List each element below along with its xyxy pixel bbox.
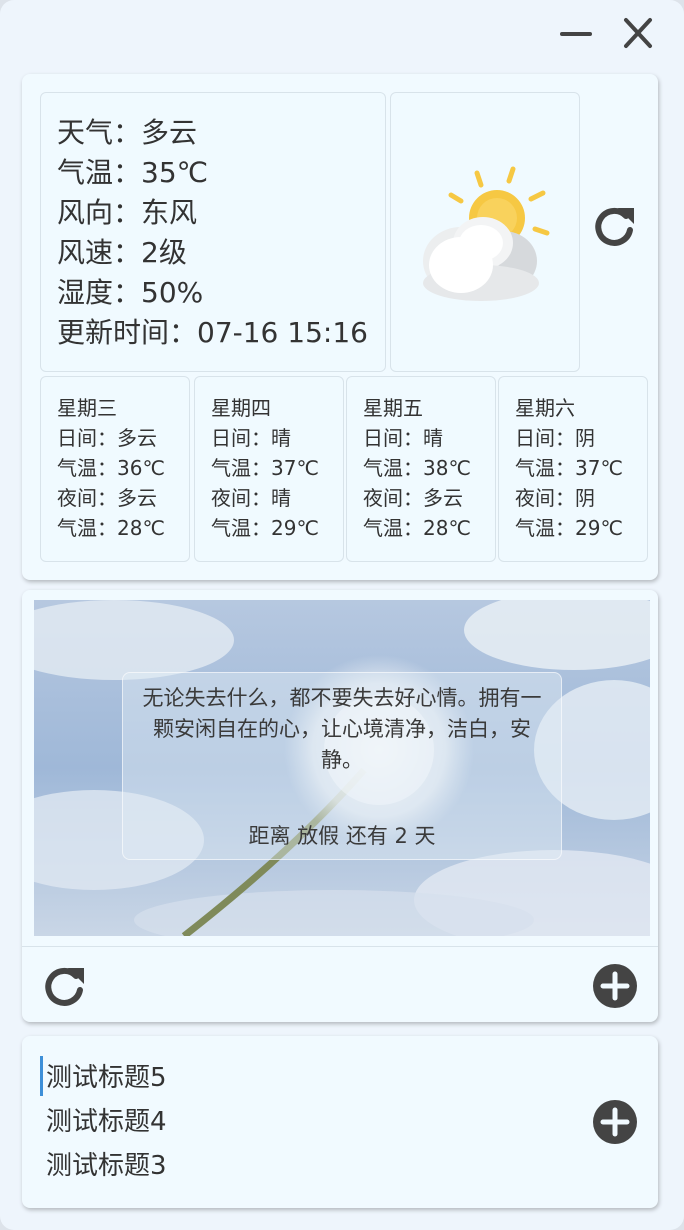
current-weather-panel: 天气：多云 气温：35℃ 风向：东风 风速：2级 湿度：50% 更新时间：07-… [40,92,386,372]
forecast-day-weather: 日间：阴 [515,426,595,450]
add-countdown-button[interactable] [592,963,638,1009]
forecast-day-3: 星期六 日间：阴 气温：37℃ 夜间：阴 气温：29℃ [498,376,648,562]
quote-card: 无论失去什么，都不要失去好心情。拥有一颗安闲自在的心，让心境清净，洁白，安静。 … [22,590,658,1022]
forecast-night-weather: 夜间：多云 [57,486,157,510]
forecast-day-name: 星期四 [211,396,271,420]
todo-item[interactable]: 测试标题3 [46,1144,167,1188]
refresh-icon [595,207,634,246]
minimize-button[interactable] [556,16,596,52]
refresh-weather-button[interactable] [592,202,636,250]
update-time: 更新时间：07-16 15:16 [57,316,368,349]
weather-icon-panel [390,92,580,372]
widget-window: 天气：多云 气温：35℃ 风向：东风 风速：2级 湿度：50% 更新时间：07-… [0,0,684,1230]
forecast-day-name: 星期六 [515,396,575,420]
plus-circle-icon [593,964,637,1008]
forecast-day-2: 星期五 日间：晴 气温：38℃ 夜间：多云 气温：28℃ [346,376,496,562]
forecast-night-temp: 气温：29℃ [211,516,319,540]
current-humidity: 湿度：50% [57,276,204,309]
forecast-night-temp: 气温：28℃ [57,516,165,540]
forecast-night-weather: 夜间：多云 [363,486,463,510]
forecast-day-name: 星期五 [363,396,423,420]
refresh-quote-button[interactable] [42,962,86,1010]
forecast-day-temp: 气温：36℃ [57,456,165,480]
holiday-countdown: 距离 放假 还有 2 天 [248,824,436,848]
text-cursor [40,1056,43,1096]
minus-icon [560,32,592,36]
add-todo-button[interactable] [592,1099,638,1145]
forecast-day-weather: 日间：多云 [57,426,157,450]
partly-cloudy-icon [423,166,550,301]
todo-card: 测试标题5 测试标题4 测试标题3 [22,1036,658,1208]
forecast-day-weather: 日间：晴 [363,426,443,450]
current-wind-speed: 风速：2级 [57,236,187,269]
todo-item[interactable]: 测试标题5 [46,1056,167,1100]
forecast-night-weather: 夜间：阴 [515,486,595,510]
todo-item[interactable]: 测试标题4 [46,1100,167,1144]
quote-text: 无论失去什么，都不要失去好心情。拥有一颗安闲自在的心，让心境清净，洁白，安静。 [142,686,542,772]
divider [22,946,658,947]
forecast-day-weather: 日间：晴 [211,426,291,450]
current-temperature: 气温：35℃ [57,156,209,189]
current-wind-direction: 风向：东风 [57,196,198,229]
quote-box: 无论失去什么，都不要失去好心情。拥有一颗安闲自在的心，让心境清净，洁白，安静。 … [122,672,562,860]
close-icon [624,18,652,48]
refresh-icon [45,967,84,1006]
weather-card: 天气：多云 气温：35℃ 风向：东风 风速：2级 湿度：50% 更新时间：07-… [22,74,658,580]
forecast-day-0: 星期三 日间：多云 气温：36℃ 夜间：多云 气温：28℃ [40,376,190,562]
forecast-night-temp: 气温：29℃ [515,516,623,540]
plus-circle-icon [593,1100,637,1144]
close-button[interactable] [618,16,658,52]
forecast-day-name: 星期三 [57,396,117,420]
forecast-day-temp: 气温：37℃ [211,456,319,480]
todo-list: 测试标题5 测试标题4 测试标题3 [46,1056,167,1188]
forecast-day-temp: 气温：37℃ [515,456,623,480]
forecast-night-temp: 气温：28℃ [363,516,471,540]
current-weather: 天气：多云 [57,116,198,149]
dandelion-background-image: 无论失去什么，都不要失去好心情。拥有一颗安闲自在的心，让心境清净，洁白，安静。 … [34,600,650,936]
forecast-night-weather: 夜间：晴 [211,486,291,510]
forecast-day-temp: 气温：38℃ [363,456,471,480]
forecast-day-1: 星期四 日间：晴 气温：37℃ 夜间：晴 气温：29℃ [194,376,344,562]
